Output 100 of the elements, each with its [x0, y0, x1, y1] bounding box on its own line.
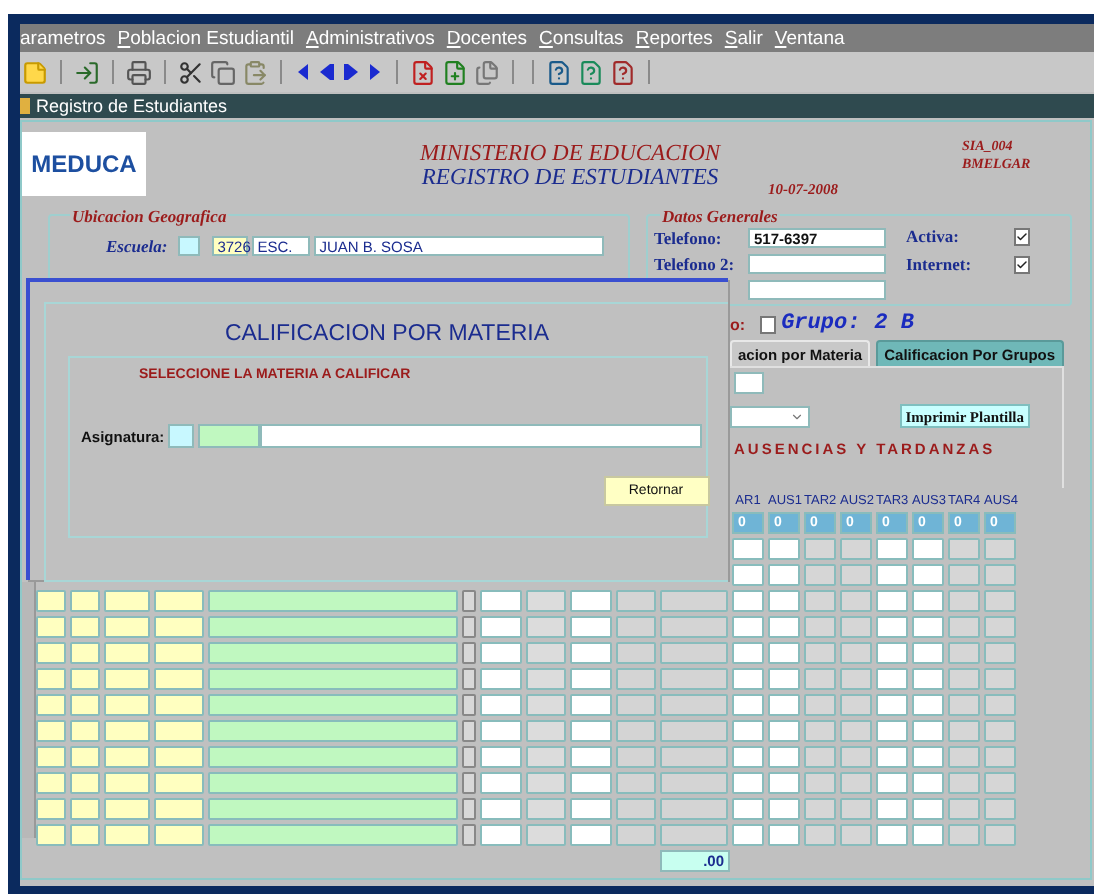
- table-cell[interactable]: [876, 824, 908, 846]
- table-cell[interactable]: [154, 746, 204, 768]
- table-cell[interactable]: [984, 746, 1016, 768]
- table-cell[interactable]: [840, 824, 872, 846]
- menu-item[interactable]: Docentes: [446, 27, 528, 49]
- table-cell[interactable]: [570, 642, 612, 664]
- row-handle[interactable]: [462, 798, 476, 820]
- table-cell[interactable]: [876, 798, 908, 820]
- table-cell[interactable]: [984, 694, 1016, 716]
- table-cell[interactable]: [732, 590, 764, 612]
- table-cell[interactable]: [70, 642, 100, 664]
- table-cell[interactable]: [876, 772, 908, 794]
- query-icon[interactable]: [610, 59, 636, 85]
- table-cell[interactable]: [948, 668, 980, 690]
- table-cell[interactable]: [70, 720, 100, 742]
- table-cell[interactable]: [732, 564, 764, 586]
- table-cell[interactable]: [36, 694, 66, 716]
- table-cell[interactable]: [804, 616, 836, 638]
- table-cell[interactable]: [154, 694, 204, 716]
- table-cell[interactable]: [804, 720, 836, 742]
- scissors-icon[interactable]: [178, 59, 204, 85]
- table-cell[interactable]: [804, 564, 836, 586]
- table-cell[interactable]: [570, 746, 612, 768]
- table-cell[interactable]: [768, 642, 800, 664]
- table-cell[interactable]: [526, 590, 566, 612]
- table-cell[interactable]: [154, 824, 204, 846]
- table-cell[interactable]: [804, 824, 836, 846]
- phone-field[interactable]: [748, 254, 886, 274]
- table-cell[interactable]: [984, 668, 1016, 690]
- table-cell[interactable]: [768, 668, 800, 690]
- table-cell[interactable]: [660, 616, 728, 638]
- table-cell[interactable]: [804, 668, 836, 690]
- query-icon[interactable]: [546, 59, 572, 85]
- table-cell[interactable]: [154, 668, 204, 690]
- table-cell[interactable]: [660, 642, 728, 664]
- table-cell[interactable]: [948, 746, 980, 768]
- table-cell[interactable]: [840, 694, 872, 716]
- checkbox[interactable]: [759, 315, 776, 333]
- menu-item[interactable]: Salir: [724, 27, 763, 49]
- table-cell[interactable]: [526, 772, 566, 794]
- table-cell[interactable]: [804, 642, 836, 664]
- table-cell[interactable]: [480, 772, 522, 794]
- table-cell[interactable]: [616, 668, 656, 690]
- table-cell[interactable]: [912, 668, 944, 690]
- table-cell[interactable]: [840, 746, 872, 768]
- row-handle[interactable]: [462, 590, 476, 612]
- table-cell[interactable]: [36, 772, 66, 794]
- table-cell[interactable]: [912, 746, 944, 768]
- table-cell[interactable]: [840, 720, 872, 742]
- checkbox[interactable]: [1014, 227, 1030, 245]
- table-cell[interactable]: [570, 824, 612, 846]
- table-cell[interactable]: [208, 720, 458, 742]
- table-cell[interactable]: [660, 720, 728, 742]
- table-cell[interactable]: [104, 668, 150, 690]
- table-cell[interactable]: [912, 798, 944, 820]
- table-cell[interactable]: [840, 642, 872, 664]
- dropdown-field[interactable]: [730, 405, 810, 427]
- table-cell[interactable]: [616, 590, 656, 612]
- table-cell[interactable]: [768, 772, 800, 794]
- table-cell[interactable]: [732, 720, 764, 742]
- table-cell[interactable]: [876, 538, 908, 560]
- table-cell[interactable]: [36, 746, 66, 768]
- table-cell[interactable]: [208, 616, 458, 638]
- table-cell[interactable]: [732, 824, 764, 846]
- table-cell[interactable]: [732, 538, 764, 560]
- table-cell[interactable]: [616, 720, 656, 742]
- table-cell[interactable]: [616, 642, 656, 664]
- table-cell[interactable]: [732, 746, 764, 768]
- table-cell[interactable]: [154, 616, 204, 638]
- table-cell[interactable]: [768, 590, 800, 612]
- add-record-icon[interactable]: [442, 59, 468, 85]
- text-field[interactable]: [734, 372, 764, 394]
- table-cell[interactable]: [570, 616, 612, 638]
- table-cell[interactable]: [208, 694, 458, 716]
- previous-arrow-icon[interactable]: [294, 62, 312, 82]
- table-cell[interactable]: [154, 798, 204, 820]
- table-cell[interactable]: [876, 616, 908, 638]
- table-cell[interactable]: [480, 642, 522, 664]
- row-handle[interactable]: [462, 772, 476, 794]
- table-cell[interactable]: [480, 798, 522, 820]
- table-cell[interactable]: [616, 772, 656, 794]
- subject-name-field[interactable]: [260, 424, 703, 448]
- table-cell[interactable]: [104, 798, 150, 820]
- table-cell[interactable]: [104, 720, 150, 742]
- subject-lookup-field[interactable]: [168, 424, 195, 448]
- table-cell[interactable]: [984, 590, 1016, 612]
- printer-icon[interactable]: [126, 59, 152, 85]
- table-cell[interactable]: [948, 720, 980, 742]
- table-cell[interactable]: [154, 590, 204, 612]
- table-cell[interactable]: [70, 746, 100, 768]
- table-cell[interactable]: [660, 824, 728, 846]
- table-cell[interactable]: [984, 564, 1016, 586]
- table-cell[interactable]: [526, 824, 566, 846]
- table-cell[interactable]: [480, 590, 522, 612]
- table-cell[interactable]: [104, 616, 150, 638]
- table-cell[interactable]: [616, 798, 656, 820]
- table-cell[interactable]: [984, 798, 1016, 820]
- menu-item[interactable]: arametros: [20, 27, 106, 49]
- table-cell[interactable]: [912, 538, 944, 560]
- table-cell[interactable]: [70, 824, 100, 846]
